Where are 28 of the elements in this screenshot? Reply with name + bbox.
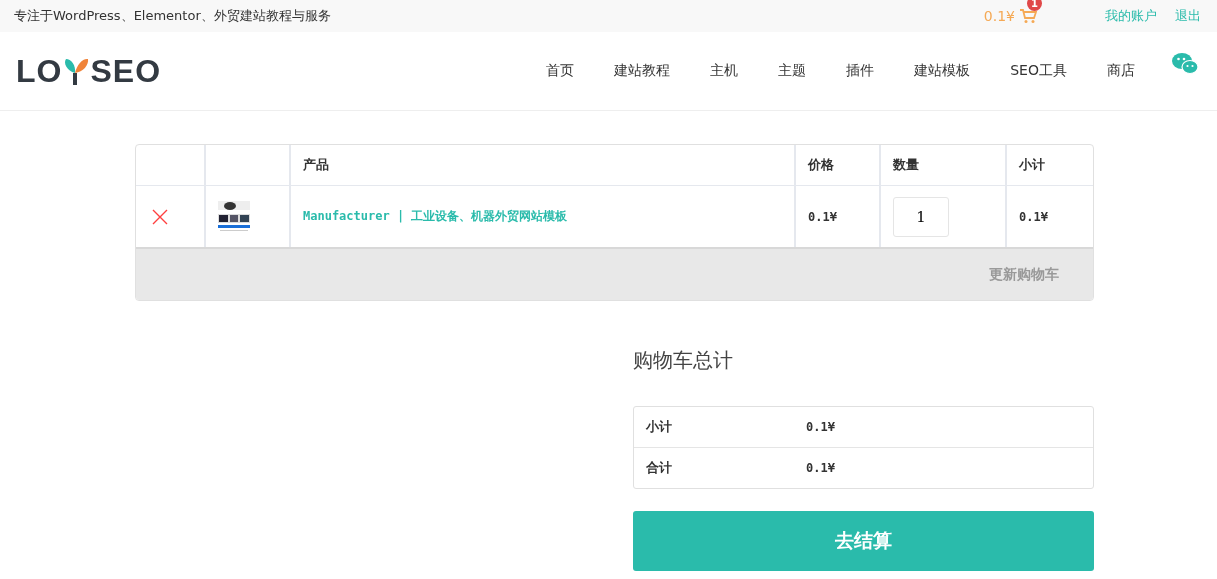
chat-bubbles-icon[interactable]	[1171, 52, 1199, 76]
column-header: 数量	[893, 156, 919, 174]
nav-link[interactable]: 商店	[1107, 62, 1135, 80]
column-header: 价格	[808, 156, 834, 174]
cart-totals-title: 购物车总计	[633, 347, 734, 374]
totals-value: 0.1¥	[806, 420, 835, 434]
nav-link[interactable]: 插件	[846, 62, 875, 80]
nav-link[interactable]: SEO工具	[1010, 62, 1067, 80]
quantity-field[interactable]: 1	[893, 196, 949, 237]
column-header: 小计	[1019, 156, 1045, 174]
price-text: 0.1¥	[808, 209, 837, 224]
nav-link[interactable]: 主机	[710, 62, 739, 80]
subtotal-text: 0.1¥	[1019, 209, 1048, 224]
cart-icon[interactable]	[1019, 8, 1037, 24]
nav-link[interactable]: 建站模板	[914, 62, 971, 80]
leaf-y-icon	[62, 57, 91, 87]
cart-count-badge: 1	[1027, 0, 1042, 11]
column-header: 产品	[303, 156, 329, 174]
tagline: 专注于WordPress、Elementor、外贸建站教程与服务	[14, 7, 331, 25]
remove-icon[interactable]	[152, 208, 168, 225]
nav-link[interactable]: 首页	[546, 62, 575, 80]
nav-link[interactable]: 建站教程	[614, 62, 671, 80]
totals-value: 0.1¥	[806, 461, 835, 475]
totals-label: 小计	[646, 418, 673, 436]
totals-label: 合计	[646, 459, 673, 477]
nav-link[interactable]: 主题	[778, 62, 807, 80]
logo-text: SEO	[90, 55, 161, 87]
logo-text: LO	[16, 55, 63, 87]
